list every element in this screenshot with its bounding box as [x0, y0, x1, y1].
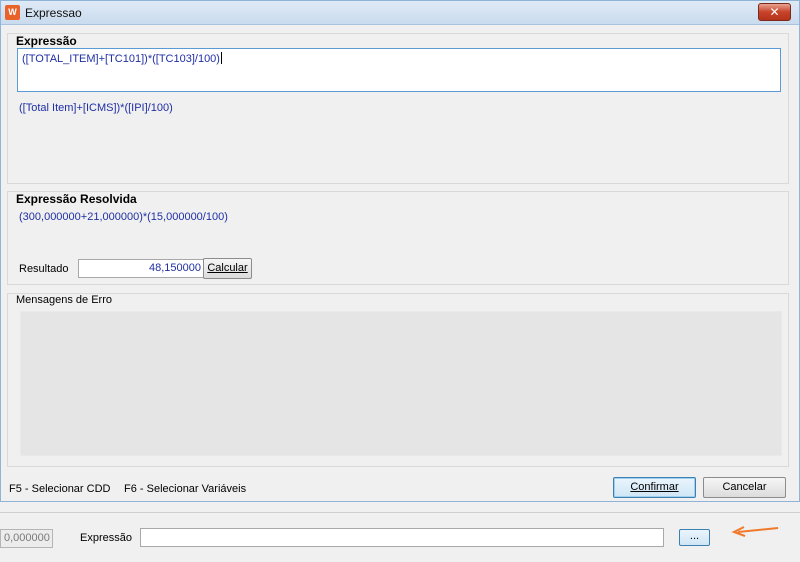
- resolved-group-title: Expressão Resolvida: [16, 192, 137, 206]
- confirm-button-label: Confirmar: [630, 481, 679, 493]
- resolved-expression-group: Expressão Resolvida (300,000000+21,00000…: [7, 191, 789, 285]
- pointer-arrow-icon: [731, 526, 779, 537]
- expression-input[interactable]: ([TOTAL_ITEM]+[TC101])*([TC103]/100): [17, 48, 781, 92]
- shortcut-f5: F5 - Selecionar CDD: [9, 483, 111, 495]
- close-button[interactable]: ✕: [758, 3, 791, 21]
- app-icon: W: [5, 5, 20, 20]
- calculate-button[interactable]: Calcular: [203, 258, 252, 279]
- resolved-expression-text: (300,000000+21,000000)*(15,000000/100): [19, 211, 228, 223]
- shortcut-f6: F6 - Selecionar Variáveis: [124, 483, 247, 495]
- text-caret: [220, 52, 222, 64]
- result-label: Resultado: [19, 263, 69, 275]
- error-messages-group: Mensagens de Erro: [7, 293, 789, 467]
- background-expression-input[interactable]: [140, 528, 664, 547]
- expression-description: ([Total Item]+[ICMS])*([IPI]/100): [19, 102, 173, 114]
- expression-input-value: ([TOTAL_ITEM]+[TC101])*([TC103]/100): [22, 53, 220, 65]
- window-title: Expressao: [25, 6, 82, 20]
- cancel-button-label: Cancelar: [722, 481, 767, 493]
- background-expression-label: Expressão: [80, 532, 132, 544]
- expression-dialog: W Expressao ✕ Expressão ([TOTAL_ITEM]+[T…: [0, 0, 800, 502]
- error-messages-area[interactable]: [20, 311, 782, 456]
- browse-expression-button[interactable]: ...: [679, 529, 710, 546]
- errors-group-title: Mensagens de Erro: [16, 294, 112, 306]
- cancel-button[interactable]: Cancelar: [703, 477, 786, 498]
- confirm-button[interactable]: Confirmar: [613, 477, 696, 498]
- expression-group: Expressão ([TOTAL_ITEM]+[TC101])*([TC103…: [7, 33, 789, 184]
- background-divider: [0, 512, 800, 513]
- result-field[interactable]: 48,150000: [78, 259, 206, 278]
- title-bar[interactable]: W Expressao ✕: [1, 1, 799, 25]
- expression-group-title: Expressão: [16, 34, 77, 48]
- calculate-button-label: Calcular: [207, 262, 248, 274]
- background-number-field[interactable]: 0,000000: [0, 529, 53, 548]
